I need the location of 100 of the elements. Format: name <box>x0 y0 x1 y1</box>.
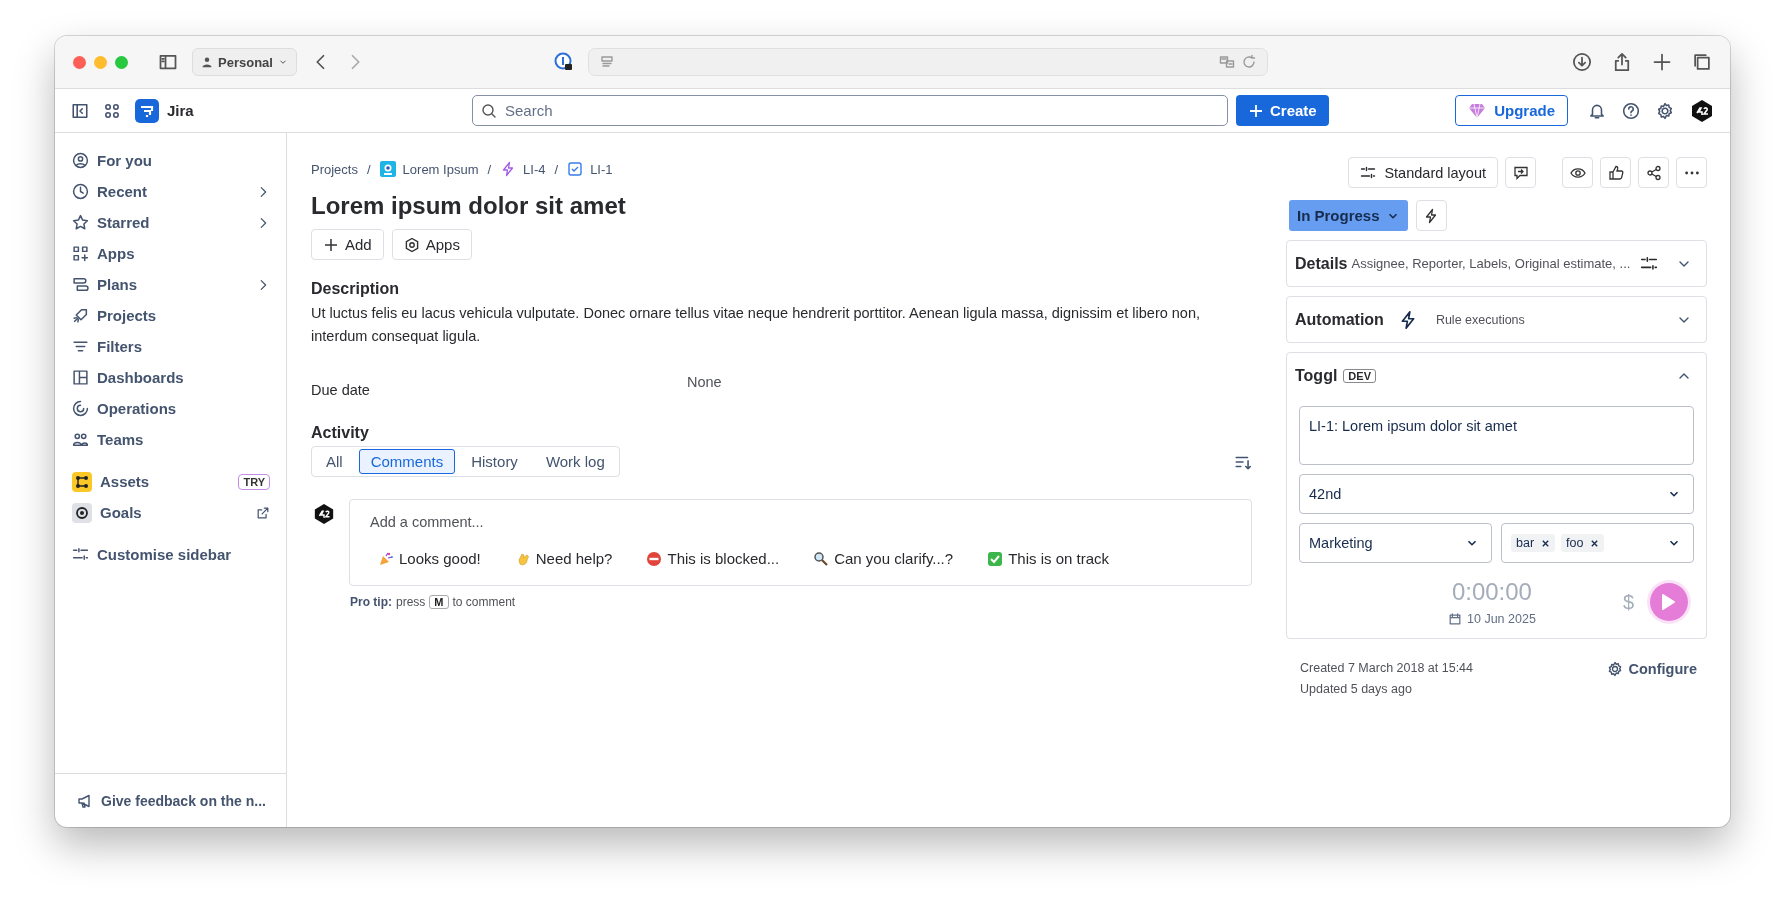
create-button[interactable]: Create <box>1236 95 1329 126</box>
pro-tip-text: press <box>396 595 426 609</box>
collapse-sidebar-icon[interactable] <box>71 101 89 120</box>
no-entry-icon <box>646 550 663 567</box>
timeline-icon <box>72 276 89 293</box>
breadcrumb-separator: / <box>487 161 492 177</box>
description-text[interactable]: Ut luctus felis eu lacus vehicula vulputate. Donec ornare tellus vitae neque hendrerit porttitor. Aenean ligula massa, dignissim et libero non, interdum consequat ligula. <box>311 302 1252 348</box>
external-link-icon[interactable] <box>256 505 270 520</box>
profile-button[interactable]: Personal <box>192 48 297 76</box>
keyboard-key: M <box>429 595 449 609</box>
tag-chip[interactable]: bar <box>1511 534 1556 552</box>
field-value[interactable]: None <box>687 374 1252 398</box>
upgrade-button[interactable]: Upgrade <box>1455 95 1568 126</box>
description-field[interactable]: LI-1: Lorem ipsum dolor sit amet <box>1299 406 1694 465</box>
remove-icon[interactable] <box>1541 538 1551 548</box>
pro-tip-label: Pro tip: <box>350 595 392 609</box>
add-button[interactable]: Add <box>311 229 384 260</box>
share-icon <box>1645 164 1662 181</box>
quick-reply-button[interactable]: Looks good! <box>378 548 481 569</box>
breadcrumb-link[interactable]: Projects <box>311 161 358 177</box>
feedback-item[interactable]: Give feedback on the n... <box>55 773 286 827</box>
activity-tab[interactable]: Comments <box>358 449 456 474</box>
activity-heading: Activity <box>311 424 370 442</box>
radar-icon <box>72 400 89 417</box>
breadcrumb-link[interactable]: LI-1 <box>590 161 613 177</box>
breadcrumb-link[interactable]: LI-4 <box>523 161 546 177</box>
sidebar-item[interactable]: Teams <box>72 424 270 455</box>
close-button[interactable] <box>73 55 86 69</box>
field-label: Due date <box>311 381 371 398</box>
quick-reply-button[interactable]: This is on track <box>987 548 1109 569</box>
tabs-icon[interactable] <box>1692 52 1712 72</box>
sliders-icon <box>1360 164 1377 181</box>
watch-button[interactable] <box>1562 157 1593 188</box>
quick-reply-button[interactable]: This is blocked... <box>646 548 780 569</box>
created-text: Created 7 March 2018 at 15:44 <box>1300 661 1474 675</box>
sliders-icon[interactable] <box>1640 254 1658 273</box>
like-button[interactable] <box>1600 157 1631 188</box>
apps-button[interactable]: Apps <box>391 229 472 260</box>
download-icon[interactable] <box>1572 52 1592 72</box>
share-button[interactable] <box>1638 157 1669 188</box>
activity-tab[interactable]: History <box>459 449 530 474</box>
sidebar-item[interactable]: Plans <box>72 269 270 300</box>
remove-icon[interactable] <box>1590 538 1600 548</box>
sidebar-item[interactable]: For you <box>72 145 270 176</box>
party-popper-icon <box>378 550 394 567</box>
project-dropdown[interactable]: Marketing <box>1299 523 1492 563</box>
app-switcher-icon[interactable] <box>103 101 121 120</box>
activity-tab[interactable]: All <box>314 449 355 474</box>
sidebar-item[interactable]: Recent <box>72 176 270 207</box>
quick-reply-button[interactable]: Can you clarify...? <box>813 548 954 569</box>
checkbox-icon <box>567 161 584 177</box>
sidebar-item[interactable]: Starred <box>72 207 270 238</box>
sidebar-item[interactable]: Goals <box>72 497 270 528</box>
activity-tab[interactable]: Work log <box>533 449 617 474</box>
panel-header[interactable]: Details Assignee, Reporter, Labels, Original estimate, ... <box>1287 241 1706 286</box>
apps-icon <box>72 245 89 262</box>
panel-title: Toggl <box>1295 366 1338 385</box>
status-dropdown[interactable]: In Progress <box>1289 200 1408 231</box>
password-manager-icon[interactable] <box>553 52 574 72</box>
app-name[interactable]: Jira <box>167 102 194 119</box>
automation-button[interactable] <box>1415 200 1447 231</box>
comment-box[interactable]: Add a comment... Looks good! Need help? This is blocked... Can you clarify...? This is on track <box>349 499 1252 586</box>
feedback-button[interactable] <box>1505 157 1536 188</box>
customise-sidebar-item[interactable]: Customise sidebar <box>72 539 270 570</box>
panel-title: Details <box>1295 254 1348 273</box>
timer-date[interactable]: 10 Jun 2025 <box>1448 612 1536 626</box>
search-field[interactable]: Search <box>472 95 1228 126</box>
sidebar-toggle-icon[interactable] <box>158 52 178 72</box>
issue-title[interactable]: Lorem ipsum dolor sit amet <box>311 192 1252 220</box>
configure-button[interactable]: Configure <box>1606 661 1697 677</box>
target-icon <box>72 502 92 523</box>
share-icon[interactable] <box>1612 52 1632 72</box>
panel-header[interactable]: Toggl DEV <box>1287 353 1706 398</box>
tag-chip[interactable]: foo <box>1561 534 1605 552</box>
megaphone-icon <box>77 792 93 809</box>
help-icon[interactable] <box>1622 101 1640 120</box>
layout-button[interactable]: Standard layout <box>1348 157 1498 188</box>
play-button[interactable] <box>1650 583 1688 621</box>
workspace-dropdown[interactable]: 42nd <box>1299 474 1694 514</box>
settings-icon <box>1606 661 1623 677</box>
settings-icon[interactable] <box>1656 101 1674 120</box>
description-heading: Description <box>311 280 400 298</box>
breadcrumb-link[interactable]: Lorem Ipsum <box>402 161 479 177</box>
sidebar-item[interactable]: Filters <box>72 331 270 362</box>
sidebar-item[interactable]: Assets TRY <box>72 466 270 497</box>
sidebar-item[interactable]: Operations <box>72 393 270 424</box>
thumbs-up-icon <box>1607 164 1624 181</box>
tags-dropdown[interactable]: bar foo <box>1501 523 1694 563</box>
jira-logo-icon[interactable] <box>135 98 159 123</box>
panel-header[interactable]: Automation Rule executions <box>1287 297 1706 342</box>
hexagon-icon <box>403 236 420 253</box>
sidebar-item[interactable]: Dashboards <box>72 362 270 393</box>
sidebar-item[interactable]: Projects <box>72 300 270 331</box>
avatar-icon[interactable] <box>1690 98 1714 123</box>
new-tab-icon[interactable] <box>1652 52 1672 72</box>
sliders-icon <box>72 546 89 563</box>
avatar-icon[interactable] <box>313 503 335 525</box>
sidebar-item[interactable]: Apps <box>72 238 270 269</box>
quick-reply-button[interactable]: Need help? <box>514 548 613 569</box>
calendar-icon <box>1448 612 1463 626</box>
